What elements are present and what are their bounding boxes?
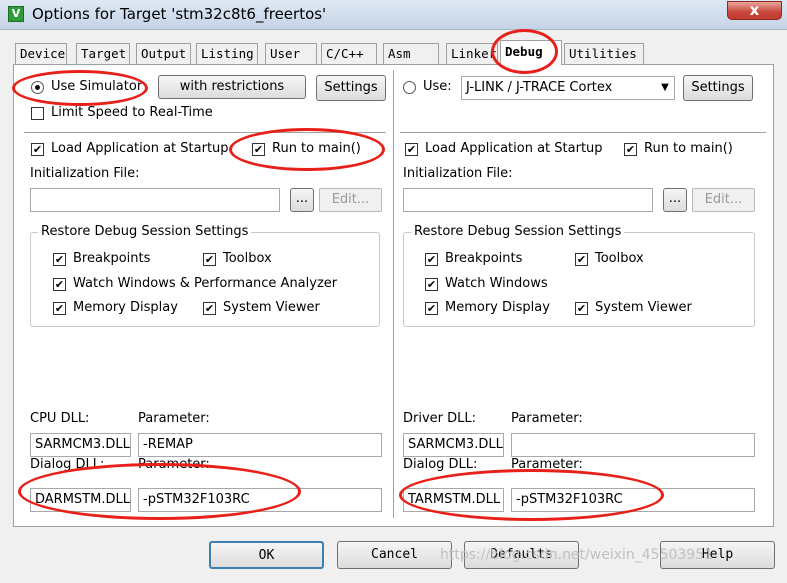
use-simulator-radio[interactable] — [31, 81, 44, 94]
left-breakpoints-label: Breakpoints — [73, 251, 151, 266]
left-init-file-label: Initialization File: — [30, 166, 140, 181]
right-init-file-label: Initialization File: — [403, 166, 513, 181]
tab-utilities[interactable]: Utilities — [564, 43, 644, 64]
right-watch-checkbox[interactable]: ✔ — [425, 278, 438, 291]
right-run-to-main-checkbox[interactable]: ✔ — [624, 143, 637, 156]
left-run-to-main-checkbox[interactable]: ✔ — [252, 143, 265, 156]
right-system-viewer-checkbox[interactable]: ✔ — [575, 302, 588, 315]
right-watch-label: Watch Windows — [445, 276, 548, 291]
use-debugger-radio[interactable] — [403, 81, 416, 94]
limit-speed-label: Limit Speed to Real-Time — [51, 105, 213, 120]
left-dialog-param-input[interactable]: -pSTM32F103RC — [138, 488, 382, 512]
debugger-settings-button[interactable]: Settings — [683, 75, 753, 101]
tab-target[interactable]: Target — [76, 43, 130, 64]
right-breakpoints-checkbox[interactable]: ✔ — [425, 253, 438, 266]
tab-c-cpp[interactable]: C/C++ — [321, 43, 377, 64]
left-init-file-input[interactable] — [30, 188, 280, 212]
right-load-app-checkbox[interactable]: ✔ — [405, 143, 418, 156]
left-edit-button[interactable]: Edit... — [319, 188, 382, 212]
tab-device[interactable]: Device — [15, 43, 67, 64]
left-memory-checkbox[interactable]: ✔ — [53, 302, 66, 315]
left-watch-checkbox[interactable]: ✔ — [53, 278, 66, 291]
debugger-select[interactable]: J-LINK / J-TRACE Cortex — [461, 76, 675, 100]
limit-speed-checkbox[interactable] — [31, 107, 44, 120]
right-toolbox-checkbox[interactable]: ✔ — [575, 253, 588, 266]
window-title: Options for Target 'stm32c8t6_freertos' — [32, 5, 327, 23]
driver-param-label: Parameter: — [511, 411, 583, 426]
right-memory-label: Memory Display — [445, 300, 550, 315]
cpu-param-input[interactable]: -REMAP — [138, 433, 382, 457]
right-browse-button[interactable]: ... — [663, 188, 687, 212]
right-load-app-label: Load Application at Startup — [425, 141, 603, 156]
right-dialog-dll-input[interactable]: TARMSTM.DLL — [403, 488, 504, 512]
driver-dll-input[interactable]: SARMCM3.DLL — [403, 433, 504, 457]
title-bar: V Options for Target 'stm32c8t6_freertos… — [0, 0, 787, 30]
left-toolbox-checkbox[interactable]: ✔ — [203, 253, 216, 266]
right-restore-group-title: Restore Debug Session Settings — [411, 224, 625, 239]
right-init-file-input[interactable] — [403, 188, 653, 212]
left-separator — [24, 132, 386, 134]
right-memory-checkbox[interactable]: ✔ — [425, 302, 438, 315]
left-memory-label: Memory Display — [73, 300, 178, 315]
tab-debug[interactable]: Debug — [500, 40, 562, 65]
panel-divider — [393, 70, 395, 518]
left-system-viewer-label: System Viewer — [223, 300, 320, 315]
simulator-settings-button[interactable]: Settings — [316, 75, 386, 101]
right-dialog-param-input[interactable]: -pSTM32F103RC — [511, 488, 755, 512]
cpu-dll-input[interactable]: SARMCM3.DLL — [30, 433, 131, 457]
left-load-app-checkbox[interactable]: ✔ — [31, 143, 44, 156]
cancel-button[interactable]: Cancel — [337, 541, 452, 569]
tab-linker[interactable]: Linker — [446, 43, 498, 64]
tab-output[interactable]: Output — [136, 43, 191, 64]
left-watch-label: Watch Windows & Performance Analyzer — [73, 276, 338, 291]
use-debugger-label: Use: — [423, 79, 452, 94]
right-edit-button[interactable]: Edit... — [692, 188, 755, 212]
right-separator — [400, 132, 766, 134]
left-restore-group-title: Restore Debug Session Settings — [38, 224, 252, 239]
left-load-app-label: Load Application at Startup — [51, 141, 229, 156]
ok-button[interactable]: OK — [209, 541, 324, 569]
use-simulator-label: Use Simulator — [51, 79, 143, 94]
driver-param-input[interactable] — [511, 433, 755, 457]
left-system-viewer-checkbox[interactable]: ✔ — [203, 302, 216, 315]
driver-dll-label: Driver DLL: — [403, 411, 477, 426]
right-run-to-main-label: Run to main() — [644, 141, 733, 156]
right-toolbox-label: Toolbox — [595, 251, 644, 266]
right-dialog-param-label: Parameter: — [511, 457, 583, 472]
chevron-down-icon[interactable]: ▼ — [657, 78, 673, 98]
left-run-to-main-label: Run to main() — [272, 141, 361, 156]
left-browse-button[interactable]: ... — [290, 188, 314, 212]
right-breakpoints-label: Breakpoints — [445, 251, 523, 266]
tab-asm[interactable]: Asm — [383, 43, 439, 64]
right-dialog-dll-label: Dialog DLL: — [403, 457, 478, 472]
left-dialog-param-label: Parameter: — [138, 457, 210, 472]
with-restrictions-button[interactable]: with restrictions — [158, 75, 306, 99]
watermark: https://blog.csdn.net/weixin_45503951 — [440, 547, 714, 563]
cpu-param-label: Parameter: — [138, 411, 210, 426]
close-button[interactable]: x — [727, 1, 782, 20]
tab-user[interactable]: User — [265, 43, 317, 64]
app-icon: V — [8, 6, 24, 22]
left-dialog-dll-label: Dialog DLL: — [30, 457, 105, 472]
tab-listing[interactable]: Listing — [196, 43, 258, 64]
left-toolbox-label: Toolbox — [223, 251, 272, 266]
left-dialog-dll-input[interactable]: DARMSTM.DLL — [30, 488, 131, 512]
right-system-viewer-label: System Viewer — [595, 300, 692, 315]
left-breakpoints-checkbox[interactable]: ✔ — [53, 253, 66, 266]
cpu-dll-label: CPU DLL: — [30, 411, 90, 426]
